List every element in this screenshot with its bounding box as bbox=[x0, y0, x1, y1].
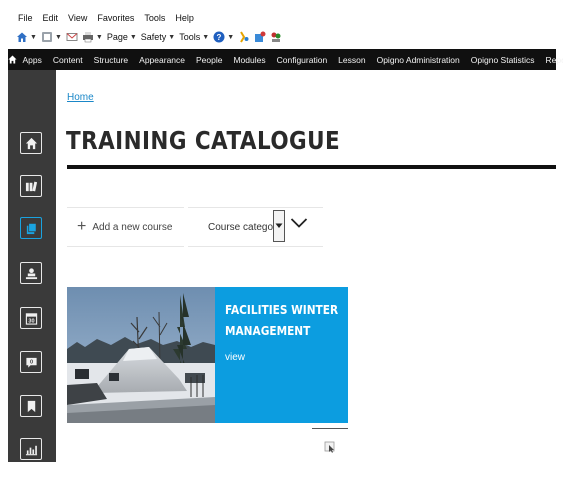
chevron-down-icon: ▼ bbox=[30, 33, 37, 41]
sidebar-messages-button[interactable]: 0 bbox=[20, 351, 42, 373]
help-command[interactable]: ? ▼ bbox=[213, 31, 234, 43]
home-command[interactable]: ▼ bbox=[16, 31, 37, 43]
sidebar-library-button[interactable] bbox=[20, 175, 42, 197]
print-command[interactable]: ▼ bbox=[82, 31, 103, 43]
addon-icon bbox=[255, 31, 266, 42]
help-icon: ? bbox=[213, 31, 225, 43]
mail-icon bbox=[66, 33, 78, 41]
winter-scene-image bbox=[67, 287, 215, 423]
safety-command[interactable]: Safety ▼ bbox=[141, 32, 175, 42]
page-command[interactable]: Page ▼ bbox=[107, 32, 137, 42]
menu-file[interactable]: File bbox=[18, 13, 33, 23]
course-category-value: Course category bbox=[208, 221, 282, 233]
browser-home-icon bbox=[17, 32, 27, 42]
message-count: 0 bbox=[29, 359, 32, 365]
sidebar-bookmark-button[interactable] bbox=[20, 395, 42, 417]
page-menu-label: Page bbox=[106, 32, 128, 42]
chevron-down-icon: ▼ bbox=[168, 33, 176, 41]
chevron-down-icon bbox=[275, 223, 283, 228]
cursor-icon[interactable] bbox=[324, 441, 336, 453]
calendar-day-number: 30 bbox=[28, 318, 34, 324]
chevron-down-icon[interactable] bbox=[290, 217, 308, 229]
tools-menu-label: Tools bbox=[179, 32, 201, 42]
left-sidebar: 30 0 bbox=[8, 70, 56, 462]
admin-item-apps[interactable]: Apps bbox=[17, 55, 47, 65]
addon-command[interactable] bbox=[254, 31, 266, 43]
messenger-command[interactable] bbox=[270, 31, 282, 43]
admin-item-appearance[interactable]: Appearance bbox=[134, 55, 191, 65]
course-title[interactable]: FACILITIES WINTER MANAGEMENT bbox=[225, 300, 339, 342]
admin-item-reports[interactable]: Reports bbox=[540, 55, 563, 65]
admin-item-lesson[interactable]: Lesson bbox=[333, 55, 371, 65]
printer-icon bbox=[82, 32, 93, 43]
bookmark-icon bbox=[27, 400, 35, 412]
home-icon bbox=[8, 55, 17, 64]
research-icon bbox=[240, 31, 249, 43]
admin-item-content[interactable]: Content bbox=[47, 55, 88, 65]
menu-help[interactable]: Help bbox=[175, 13, 194, 23]
messages-icon: 0 bbox=[25, 357, 37, 368]
tools-command[interactable]: Tools ▼ bbox=[179, 32, 209, 42]
admin-home-link[interactable] bbox=[8, 55, 17, 64]
messenger-icon bbox=[271, 32, 281, 42]
add-course-label: Add a new course bbox=[92, 221, 173, 233]
courses-icon bbox=[26, 222, 37, 234]
title-divider bbox=[67, 165, 556, 169]
course-view-link[interactable]: view bbox=[225, 352, 245, 363]
sidebar-calendar-button[interactable]: 30 bbox=[20, 307, 42, 329]
select-dropdown-button[interactable] bbox=[273, 210, 285, 242]
sidebar-statistics-button[interactable] bbox=[20, 438, 42, 460]
admin-toolbar: Apps Content Structure Appearance People… bbox=[8, 49, 563, 70]
statistics-icon bbox=[25, 445, 37, 455]
course-card[interactable]: FACILITIES WINTER MANAGEMENT view bbox=[67, 287, 348, 423]
admin-item-structure[interactable]: Structure bbox=[88, 55, 134, 65]
chevron-down-icon: ▼ bbox=[227, 33, 235, 41]
browser-command-bar: ▼ ▼ ▼ Page ▼ Safety ▼ Tools ▼ ? ▼ bbox=[8, 27, 556, 47]
add-course-button[interactable]: + Add a new course bbox=[67, 207, 184, 247]
feeds-icon bbox=[41, 32, 52, 42]
plus-icon: + bbox=[77, 218, 87, 235]
admin-item-configuration[interactable]: Configuration bbox=[271, 55, 333, 65]
page-title: TRAINING CATALOGUE bbox=[66, 126, 341, 155]
admin-item-people[interactable]: People bbox=[191, 55, 228, 65]
admin-item-opigno-statistics[interactable]: Opigno Statistics bbox=[465, 55, 540, 65]
menu-view[interactable]: View bbox=[68, 13, 87, 23]
chevron-down-icon: ▼ bbox=[54, 33, 62, 41]
chevron-down-icon: ▼ bbox=[202, 33, 210, 41]
sidebar-home-button[interactable] bbox=[20, 132, 42, 154]
breadcrumb-home-link[interactable]: Home bbox=[67, 92, 94, 103]
chevron-down-icon: ▼ bbox=[129, 33, 137, 41]
home-icon bbox=[25, 137, 37, 149]
safety-menu-label: Safety bbox=[140, 32, 167, 42]
course-info-panel: FACILITIES WINTER MANAGEMENT view bbox=[215, 287, 348, 423]
menu-edit[interactable]: Edit bbox=[43, 13, 59, 23]
course-image[interactable] bbox=[67, 287, 215, 423]
library-icon bbox=[25, 181, 37, 191]
admin-item-opigno-administration[interactable]: Opigno Administration bbox=[371, 55, 465, 65]
mail-command[interactable] bbox=[66, 31, 78, 43]
chevron-down-icon: ▼ bbox=[95, 33, 103, 41]
sidebar-courses-button[interactable] bbox=[20, 217, 42, 239]
admin-item-modules[interactable]: Modules bbox=[228, 55, 271, 65]
research-command[interactable] bbox=[238, 31, 250, 43]
svg-text:?: ? bbox=[217, 33, 222, 42]
browser-menu-bar: File Edit View Favorites Tools Help bbox=[8, 10, 556, 25]
trainer-icon bbox=[25, 267, 37, 279]
sidebar-trainer-button[interactable] bbox=[20, 262, 42, 284]
card-footer-divider bbox=[312, 428, 348, 429]
calendar-icon: 30 bbox=[25, 312, 37, 324]
menu-tools[interactable]: Tools bbox=[144, 13, 165, 23]
menu-favorites[interactable]: Favorites bbox=[97, 13, 134, 23]
feeds-command[interactable]: ▼ bbox=[41, 31, 62, 43]
